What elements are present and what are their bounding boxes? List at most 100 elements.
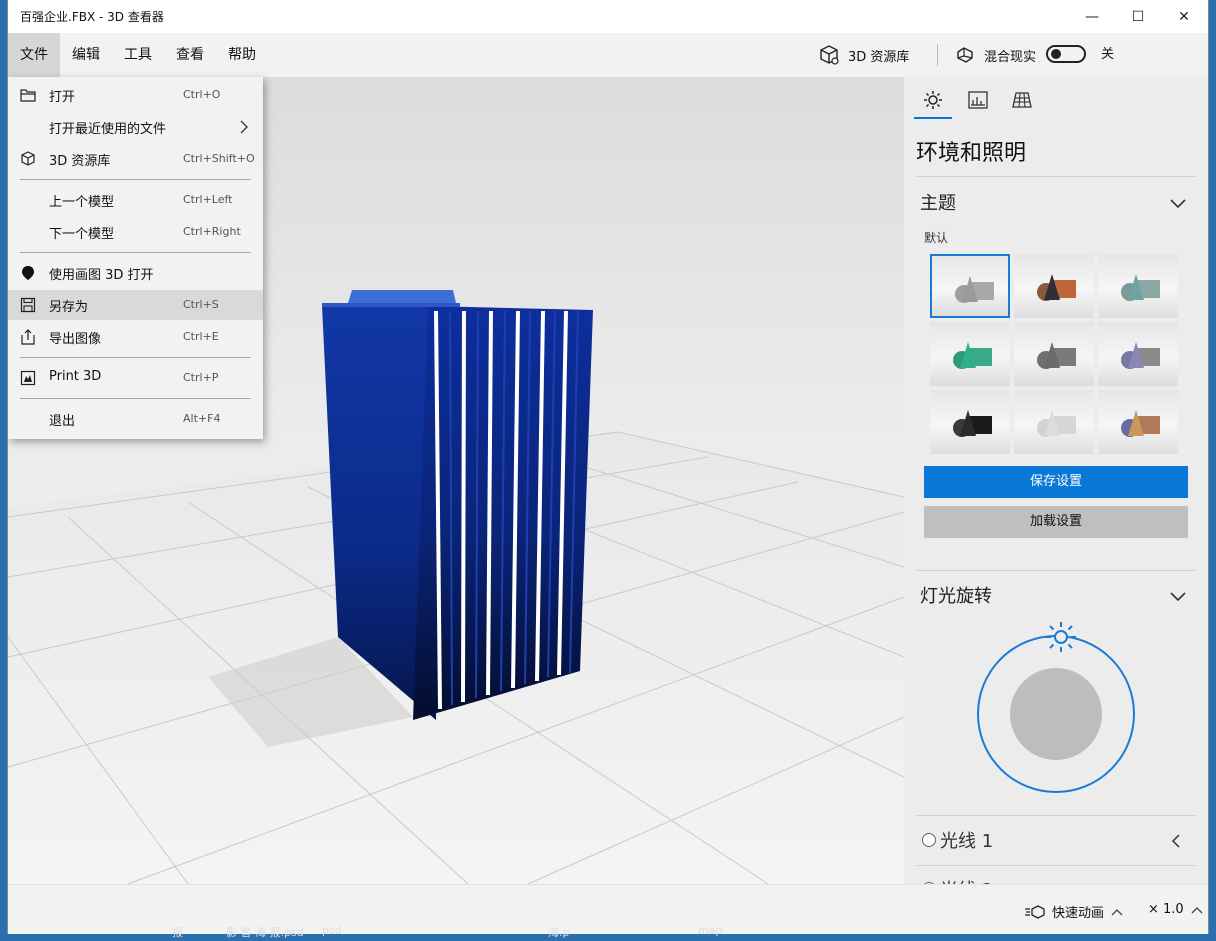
speed-button[interactable]: × 1.0 (1148, 902, 1204, 917)
menu-item-shortcut: Ctrl+O (183, 88, 221, 101)
theme-preview-icon (1121, 274, 1160, 301)
cube-library-icon (820, 45, 839, 65)
building-roof-edge (322, 303, 460, 307)
mixed-reality-toggle[interactable] (1046, 45, 1086, 63)
paint3d-icon (22, 266, 34, 280)
close-button[interactable]: ✕ (1161, 0, 1207, 33)
menu-item-label: 使用画图 3D 打开 (49, 268, 154, 283)
toggle-knob (1051, 49, 1061, 59)
menu-item-shortcut: Ctrl+Left (183, 193, 233, 206)
theme-section-title: 主题 (920, 193, 956, 214)
chevron-up-icon (1191, 906, 1203, 913)
menu-item-shortcut: Ctrl+Shift+O (183, 152, 255, 165)
light-rotation-dial[interactable] (976, 634, 1136, 794)
menu-separator (20, 357, 251, 358)
menu-separator (20, 179, 251, 180)
export-icon (21, 329, 35, 345)
light-radio[interactable] (922, 833, 936, 847)
divider (916, 815, 1196, 816)
3d-library-label: 3D 资源库 (848, 49, 910, 65)
file-menu-item[interactable]: 使用画图 3D 打开 (8, 258, 263, 288)
theme-preview-icon (1037, 342, 1076, 369)
light-sun-icon[interactable] (1044, 620, 1078, 654)
menu-item-label: 退出 (49, 414, 76, 429)
menu-separator (20, 398, 251, 399)
file-menu-item[interactable]: 3D 资源库 Ctrl+Shift+O (8, 144, 263, 174)
theme-thumbnail[interactable] (1014, 254, 1094, 318)
bottom-bar: 快速动画 × 1.0 (8, 884, 1208, 934)
menu-item-label: 打开 (49, 90, 76, 105)
light-label: 光线 2 (940, 876, 993, 884)
mixed-reality-button[interactable]: 混合现实 (954, 33, 1036, 77)
menu-edit[interactable]: 编辑 (60, 33, 112, 77)
app-window: 百强企业.FBX - 3D 查看器 — ☐ ✕ 文件 编辑 工具 查看 帮助 3… (8, 0, 1208, 934)
divider (916, 570, 1196, 571)
taskbar-item[interactable]: 影 音 海 报.psd (226, 924, 304, 940)
folder-open-icon (20, 89, 36, 102)
file-menu-item[interactable]: 打开 Ctrl+O (8, 80, 263, 110)
menu-item-shortcut: Ctrl+E (183, 330, 219, 343)
3d-library-button[interactable]: 3D 资源库 (818, 33, 909, 77)
mixed-reality-label: 混合现实 (984, 49, 1037, 65)
menu-separator (20, 252, 251, 253)
theme-thumbnail[interactable] (930, 390, 1010, 454)
taskbar-item[interactable]: 报 (172, 924, 183, 940)
file-menu-item[interactable]: 下一个模型 Ctrl+Right (8, 217, 263, 247)
light-row-2[interactable]: 光线 2 (918, 874, 1188, 884)
tab-grid[interactable] (1011, 89, 1033, 111)
taskbar-item[interactable]: 海.p (548, 924, 569, 940)
theme-preview-icon (955, 276, 994, 303)
theme-thumbnail[interactable] (1014, 390, 1094, 454)
menu-file[interactable]: 文件 (8, 33, 60, 77)
menu-item-label: 导出图像 (49, 332, 102, 347)
minimize-icon: — (1085, 8, 1099, 25)
menu-item-label: 上一个模型 (49, 195, 115, 210)
file-menu-item[interactable]: 退出 Alt+F4 (8, 404, 263, 434)
menu-view[interactable]: 查看 (164, 33, 216, 77)
theme-thumbnail[interactable] (930, 322, 1010, 386)
animation-label: 快速动画 (1052, 906, 1105, 921)
theme-thumbnail[interactable] (930, 254, 1010, 318)
taskbar-item[interactable]: psd (322, 924, 342, 937)
menu-tools[interactable]: 工具 (112, 33, 164, 77)
animation-button[interactable]: 快速动画 (1024, 902, 1124, 921)
menu-bar: 文件 编辑 工具 查看 帮助 3D 资源库 混合现实 关 (8, 33, 1208, 77)
theme-thumbnail[interactable] (1098, 322, 1178, 386)
save-icon (20, 297, 36, 313)
title-bar: 百强企业.FBX - 3D 查看器 — ☐ ✕ (8, 0, 1208, 33)
light-row-1[interactable]: 光线 1 (918, 825, 1188, 855)
theme-preview-icon (1037, 410, 1076, 437)
tab-stats[interactable] (967, 89, 989, 111)
chevron-down-icon[interactable] (1168, 193, 1188, 213)
maximize-button[interactable]: ☐ (1115, 0, 1161, 33)
file-menu-item[interactable]: 上一个模型 Ctrl+Left (8, 185, 263, 215)
building-roof-block (348, 290, 456, 303)
grid-icon (1012, 92, 1032, 108)
theme-thumbnail[interactable] (1098, 254, 1178, 318)
chevron-down-icon[interactable] (1168, 586, 1188, 606)
file-menu-item[interactable]: 另存为 Ctrl+S (8, 290, 263, 320)
menu-item-label: Print 3D (49, 369, 102, 384)
sun-icon (924, 91, 942, 109)
save-settings-button[interactable]: 保存设置 (924, 466, 1188, 498)
panel-title: 环境和照明 (916, 141, 1027, 166)
theme-thumbnail[interactable] (1014, 322, 1094, 386)
theme-sublabel: 默认 (924, 231, 949, 245)
minimize-button[interactable]: — (1069, 0, 1115, 33)
menu-item-label: 3D 资源库 (49, 154, 111, 169)
toggle-state-label: 关 (1101, 47, 1115, 62)
close-icon: ✕ (1178, 8, 1190, 25)
file-menu-item[interactable]: Print 3D Ctrl+P (8, 363, 263, 393)
menu-item-shortcut: Ctrl+S (183, 298, 219, 311)
load-settings-button[interactable]: 加载设置 (924, 506, 1188, 538)
menu-help[interactable]: 帮助 (216, 33, 268, 77)
file-menu-item[interactable]: 打开最近使用的文件 (8, 112, 263, 142)
file-menu-item[interactable]: 导出图像 Ctrl+E (8, 322, 263, 352)
tab-environment[interactable] (922, 89, 944, 111)
menu-item-label: 打开最近使用的文件 (49, 122, 167, 137)
chevron-left-icon[interactable] (1170, 833, 1182, 849)
theme-thumbnail[interactable] (1098, 390, 1178, 454)
taskbar-item[interactable]: map (698, 924, 722, 937)
maximize-icon: ☐ (1131, 8, 1145, 25)
theme-preview-icon (953, 410, 992, 437)
